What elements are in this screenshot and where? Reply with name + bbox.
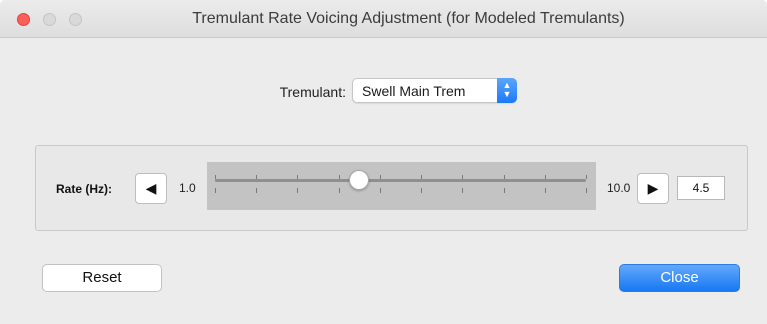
rate-label: Rate (Hz): <box>56 182 112 196</box>
slider-track[interactable] <box>215 179 586 182</box>
slider-max-label: 10.0 <box>607 181 631 195</box>
window-title: Tremulant Rate Voicing Adjustment (for M… <box>192 10 625 27</box>
rate-slider[interactable] <box>207 162 596 210</box>
title-bar: Tremulant Rate Voicing Adjustment (for M… <box>0 0 767 38</box>
slider-tick <box>379 175 381 179</box>
chevron-updown-icon: ▲ ▼ <box>497 78 517 103</box>
slider-tick <box>421 175 423 179</box>
slider-tick <box>544 175 546 179</box>
slider-tick <box>462 188 464 193</box>
slider-tick <box>421 188 423 193</box>
triangle-left-icon: ◀ <box>145 180 157 196</box>
slider-tick <box>462 175 464 179</box>
slider-tick <box>503 188 505 193</box>
slider-tick <box>297 188 299 193</box>
slider-thumb[interactable] <box>349 170 370 190</box>
rate-value-field[interactable]: 4.5 <box>677 176 725 200</box>
slider-tick <box>379 188 381 193</box>
slider-tick <box>215 175 216 179</box>
slider-min-label: 1.0 <box>179 181 196 195</box>
slider-tick <box>503 175 505 179</box>
tremulant-select-value: Swell Main Trem <box>362 83 466 99</box>
tremulant-select[interactable]: Swell Main Trem ▲ ▼ <box>352 78 517 103</box>
slider-tick <box>586 175 587 179</box>
slider-tick <box>297 175 299 179</box>
decrease-rate-button[interactable]: ◀ <box>135 173 167 204</box>
triangle-right-icon: ▶ <box>647 180 659 196</box>
slider-tick <box>215 188 216 193</box>
close-button[interactable]: Close <box>619 264 740 292</box>
tremulant-label: Tremulant: <box>279 84 346 100</box>
slider-tick <box>586 188 587 193</box>
slider-fill <box>215 179 360 182</box>
slider-ticks <box>215 175 587 194</box>
increase-rate-button[interactable]: ▶ <box>637 173 669 204</box>
reset-button[interactable]: Reset <box>42 264 162 292</box>
slider-tick <box>338 175 340 179</box>
slider-tick <box>256 188 258 193</box>
tremulant-row: Tremulant: Swell Main Trem ▲ ▼ <box>0 76 767 106</box>
rate-panel: Rate (Hz): ◀ 1.0 10.0 ▶ 4.5 <box>35 145 748 231</box>
dialog-window: Tremulant Rate Voicing Adjustment (for M… <box>0 0 767 324</box>
slider-tick <box>256 175 258 179</box>
slider-tick <box>544 188 546 193</box>
slider-tick <box>338 188 340 193</box>
